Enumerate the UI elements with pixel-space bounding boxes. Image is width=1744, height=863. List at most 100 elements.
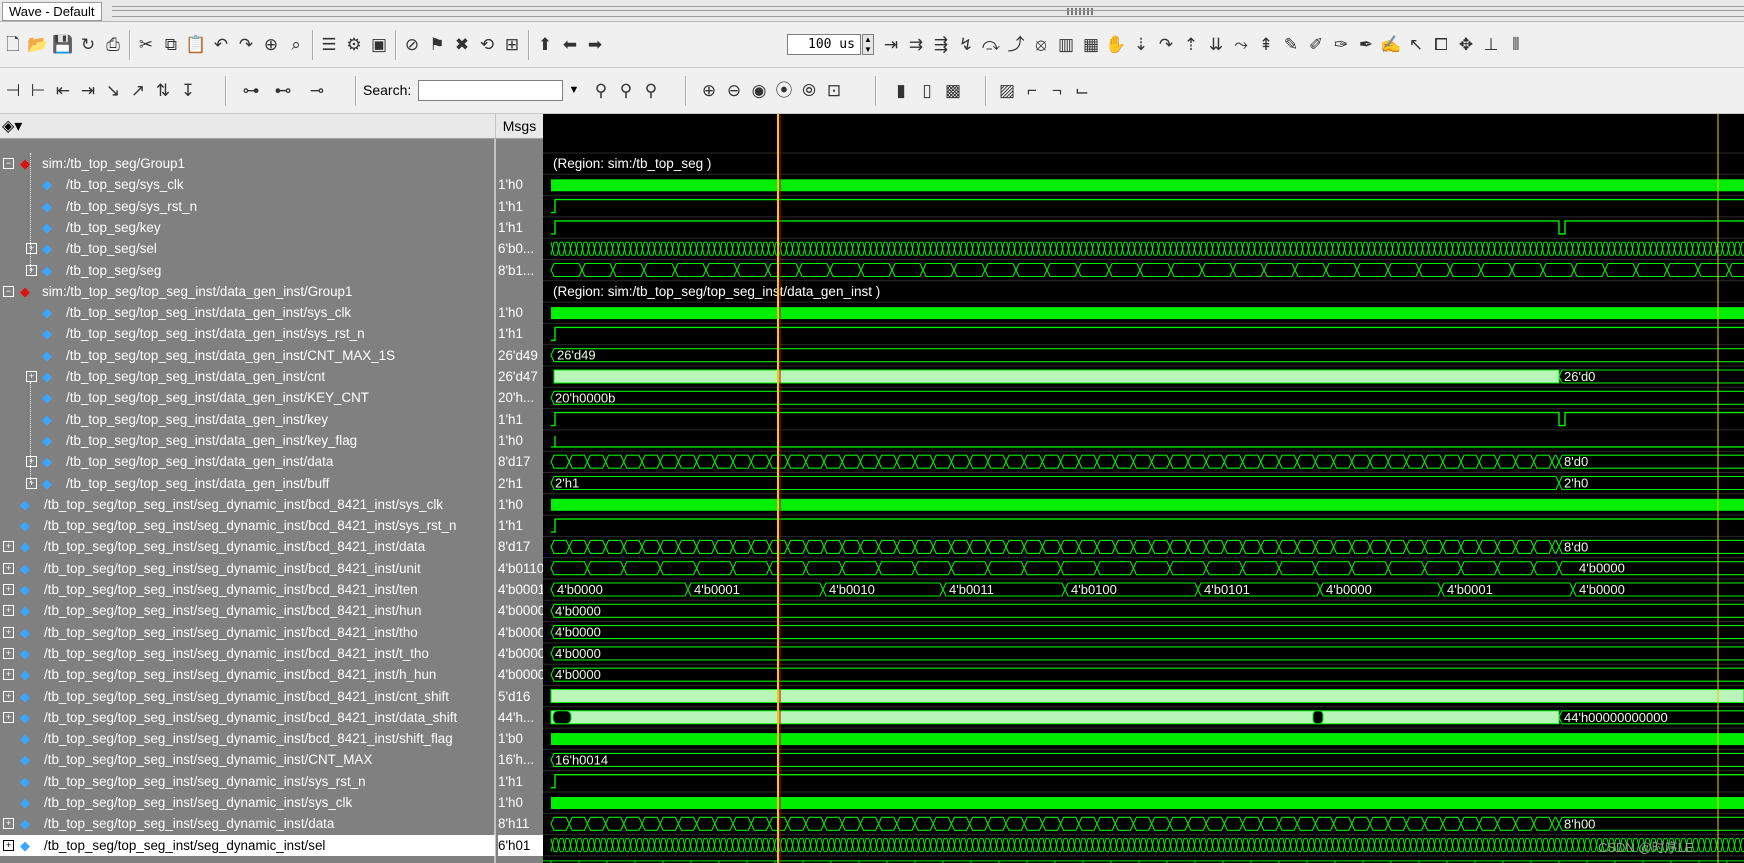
expand-icon[interactable]: + [26, 371, 37, 382]
memory-icon[interactable]: ▦ [1080, 35, 1102, 55]
zoom-cursor-icon[interactable]: ⦿ [773, 81, 795, 101]
insert-cursor-icon[interactable]: ⇊ [1205, 35, 1227, 55]
search-input[interactable] [418, 80, 563, 101]
signal-row[interactable]: + ◆ /tb_top_seg/top_seg_inst/seg_dynamic_i… [0, 622, 495, 643]
open-icon[interactable]: 📂 [27, 35, 49, 55]
signal-row[interactable]: + ◆ /tb_top_seg/top_seg_inst/data_gen_inst… [0, 473, 495, 494]
signal-row[interactable]: ◆ /tb_top_seg/top_seg_inst/data_gen_inst/… [0, 409, 495, 430]
chevron-down-icon[interactable]: ▼ [566, 80, 582, 101]
redo-icon[interactable]: ↷ [235, 35, 257, 55]
wave-search-icon[interactable]: ⤳ [1230, 35, 1252, 55]
edge-next-icon[interactable]: ⇥ [77, 81, 99, 101]
collapse-icon[interactable]: − [3, 158, 14, 169]
run-all-icon[interactable]: ⇉ [905, 35, 927, 55]
edge-rise-icon[interactable]: ↗ [127, 81, 149, 101]
signal-row[interactable]: ◆ /tb_top_seg/top_seg_inst/data_gen_inst/… [0, 302, 495, 323]
search-binoculars-icon[interactable]: ⚲ [590, 81, 612, 101]
reload-icon[interactable]: ↻ [77, 35, 99, 55]
signal-row[interactable]: + ◆ /tb_top_seg/sel [0, 238, 495, 259]
zoom-region-icon[interactable]: ⧠ [1430, 35, 1452, 55]
forward-icon[interactable]: ➡ [584, 35, 606, 55]
signal-row[interactable]: + ◆ /tb_top_seg/top_seg_inst/data_gen_inst… [0, 366, 495, 387]
signal-row[interactable]: + ◆ /tb_top_seg/top_seg_inst/seg_dynamic_i… [0, 664, 495, 685]
expand-icon[interactable]: + [3, 562, 14, 574]
wave-dark2-icon[interactable]: ▯ [916, 81, 938, 101]
zoom-full-icon[interactable]: ◉ [748, 81, 770, 101]
run-icon[interactable]: ⊞ [501, 35, 523, 55]
hand-icon[interactable]: ✋ [1105, 35, 1127, 55]
cursor-left-icon[interactable]: ⊣ [2, 81, 24, 101]
step-over-icon[interactable]: ⤼ [980, 35, 1002, 55]
format-icon[interactable]: ☰ [318, 35, 340, 55]
wave-green-icon[interactable]: ▩ [942, 81, 964, 101]
cursor-right-icon[interactable]: ⊢ [27, 81, 49, 101]
signal-row[interactable]: + ◆ /tb_top_seg/top_seg_inst/seg_dynamic_i… [0, 579, 495, 600]
wave-step3-icon[interactable]: ⌙ [1071, 81, 1093, 101]
add-wave-icon[interactable]: ⊶ [240, 81, 262, 101]
signal-row[interactable]: + ◆ /tb_top_seg/top_seg_inst/seg_dynamic_i… [0, 600, 495, 621]
edge-any-icon[interactable]: ⇅ [152, 81, 174, 101]
find-icon[interactable]: ⌕ [285, 35, 307, 55]
signal-row[interactable]: ◆ /tb_top_seg/top_seg_inst/data_gen_inst/… [0, 345, 495, 366]
signal-row[interactable]: ◆ /tb_top_seg/top_seg_inst/seg_dynamic_in… [0, 494, 495, 515]
print-icon[interactable]: ⎙ [102, 35, 124, 55]
run-length-spinner[interactable]: ▲ ▼ [862, 34, 874, 55]
signal-row[interactable]: + ◆ /tb_top_seg/top_seg_inst/seg_dynamic_i… [0, 834, 495, 856]
collapse-icon[interactable]: − [3, 285, 14, 297]
signal-row[interactable]: + ◆ /tb_top_seg/top_seg_inst/seg_dynamic_i… [0, 643, 495, 664]
delete-wave-icon[interactable]: ⊷ [272, 81, 294, 101]
signal-row[interactable]: ◆ /tb_top_seg/top_seg_inst/data_gen_inst/… [0, 323, 495, 344]
zoom-last-icon[interactable]: ⦾ [798, 81, 820, 101]
paste-icon[interactable]: 📋 [185, 35, 207, 55]
step-out2-icon[interactable]: ⇡ [1180, 35, 1202, 55]
signal-row[interactable]: + ◆ /tb_top_seg/seg [0, 260, 495, 281]
expand-icon[interactable]: + [26, 456, 37, 468]
stop-icon[interactable]: ✖ [451, 35, 473, 55]
signal-group-row[interactable]: − ◆ sim:/tb_top_seg/top_seg_inst/data_gen_… [0, 281, 495, 302]
zoom-out-icon[interactable]: ⊖ [723, 81, 745, 101]
signal-row[interactable]: ◆ /tb_top_seg/top_seg_inst/seg_dynamic_in… [0, 771, 495, 792]
search-prev-icon[interactable]: ⚲ [640, 81, 662, 101]
signal-row[interactable]: + ◆ /tb_top_seg/top_seg_inst/seg_dynamic_i… [0, 686, 495, 707]
compare-icon[interactable]: ⫴ [1505, 35, 1527, 55]
undo-icon[interactable]: ↶ [210, 35, 232, 55]
save-icon[interactable]: 💾 [52, 35, 74, 55]
signal-row[interactable]: ◆ /tb_top_seg/top_seg_inst/data_gen_inst/… [0, 430, 495, 451]
edit3-icon[interactable]: ✑ [1330, 35, 1352, 55]
break-icon[interactable]: ⊘ [401, 35, 423, 55]
compile-icon[interactable]: ⚙ [343, 35, 365, 55]
zoom-region2-icon[interactable]: ⊡ [823, 81, 845, 101]
edit-icon[interactable]: ✎ [1280, 35, 1302, 55]
signal-row[interactable]: ◆ /tb_top_seg/top_seg_inst/seg_dynamic_in… [0, 749, 495, 770]
simulate-icon[interactable]: ▣ [368, 35, 390, 55]
step-over2-icon[interactable]: ↷ [1155, 35, 1177, 55]
measure-icon[interactable]: ⊥ [1480, 35, 1502, 55]
signal-row[interactable]: + ◆ /tb_top_seg/top_seg_inst/seg_dynamic_i… [0, 536, 495, 557]
edit2-icon[interactable]: ✐ [1305, 35, 1327, 55]
wave-gray-icon[interactable]: ▨ [996, 81, 1018, 101]
expand-icon[interactable]: + [3, 647, 14, 659]
expand-icon[interactable]: + [26, 477, 37, 489]
expand-icon[interactable]: + [3, 818, 14, 830]
cut-icon[interactable]: ✂ [135, 35, 157, 55]
expand-icon[interactable]: + [3, 669, 14, 681]
expand-icon[interactable]: + [3, 690, 14, 702]
restart-icon[interactable]: ⟲ [476, 35, 498, 55]
signal-row[interactable]: + ◆ /tb_top_seg/top_seg_inst/data_gen_inst… [0, 451, 495, 472]
back-icon[interactable]: ⬅ [559, 35, 581, 55]
add-icon[interactable]: ⊕ [260, 35, 282, 55]
insert-divider-icon[interactable]: ⊸ [306, 81, 328, 101]
signal-group-row[interactable]: − ◆ sim:/tb_top_seg/Group1 [0, 153, 495, 174]
wave-search2-icon[interactable]: ⇞ [1255, 35, 1277, 55]
signal-row[interactable]: ◆ /tb_top_seg/top_seg_inst/data_gen_inst/… [0, 387, 495, 408]
break-run-icon[interactable]: ⦻ [1030, 35, 1052, 55]
signal-row[interactable]: + ◆ /tb_top_seg/top_seg_inst/seg_dynamic_i… [0, 813, 495, 834]
run-length-icon[interactable]: ⇥ [880, 35, 902, 55]
move-icon[interactable]: ✥ [1455, 35, 1477, 55]
expand-icon[interactable]: + [26, 243, 37, 255]
continue-icon[interactable]: ⇶ [930, 35, 952, 55]
step-icon[interactable]: ↯ [955, 35, 977, 55]
edge-last-icon[interactable]: ↧ [177, 81, 199, 101]
wave-step2-icon[interactable]: ¬ [1046, 81, 1068, 101]
step-up-icon[interactable]: ⬆ [534, 35, 556, 55]
